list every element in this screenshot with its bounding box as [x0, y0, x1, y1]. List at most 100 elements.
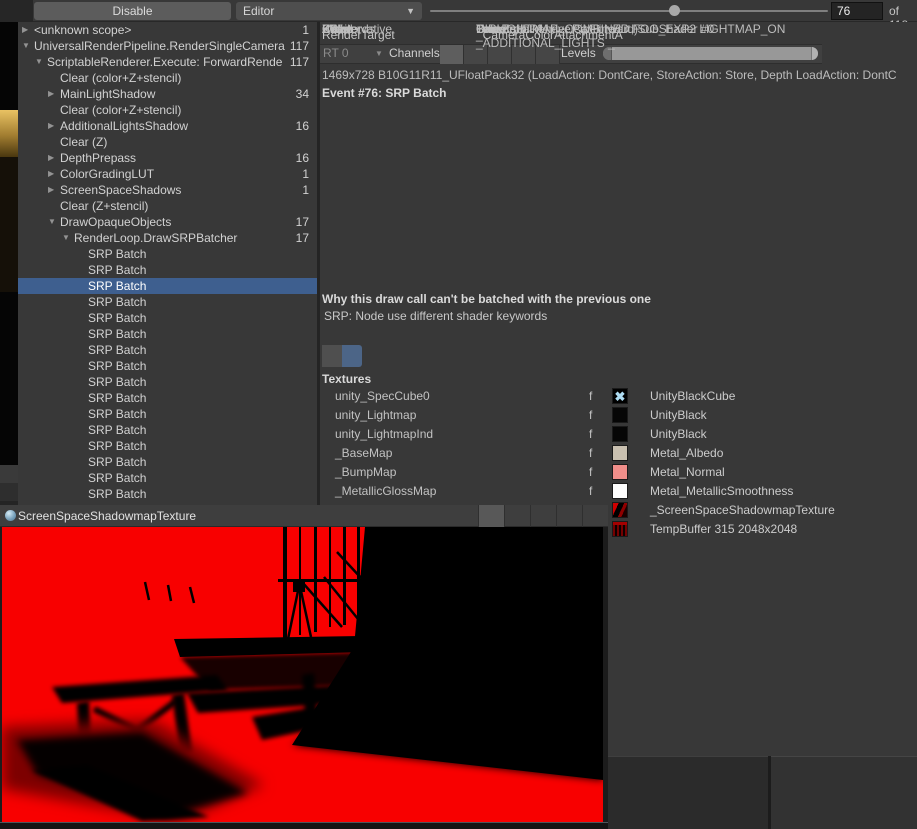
tree-row[interactable]: ▶ ColorGradingLUT 1	[18, 166, 317, 182]
texture-asset-name: _ScreenSpaceShadowmapTexture	[650, 502, 835, 519]
frame-number-field[interactable]: 76	[831, 2, 883, 20]
texture-flag: f	[589, 464, 592, 481]
rt-select-dropdown[interactable]: RT 0	[323, 46, 349, 60]
tree-row[interactable]: Clear (Z)	[18, 134, 317, 150]
tree-row[interactable]: SRP Batch	[18, 326, 317, 342]
tree-row-count: 16	[296, 118, 309, 134]
texture-thumbnail	[612, 426, 628, 442]
target-selector-label: Editor	[243, 4, 274, 18]
tree-row-label: MainLightShadow	[60, 86, 315, 102]
preview-channel-button[interactable]	[582, 505, 608, 527]
texture-row[interactable]: _BumpMap f Metal_Normal	[320, 464, 917, 483]
tree-row[interactable]: Clear (color+Z+stencil)	[18, 70, 317, 86]
preview-bottom-border	[0, 822, 608, 829]
tree-row-label: SRP Batch	[88, 438, 315, 454]
chevron-down-icon: ▼	[406, 2, 415, 20]
batching-reason: SRP: Node use different shader keywords	[324, 309, 547, 323]
texture-row[interactable]: _BaseMap f Metal_Albedo	[320, 445, 917, 464]
batching-title: Why this draw call can't be batched with…	[322, 292, 651, 306]
texture-row[interactable]: unity_LightmapInd f UnityBlack	[320, 426, 917, 445]
texture-property-name: _BaseMap	[335, 445, 392, 462]
preview-channel-button[interactable]	[478, 505, 504, 527]
tree-row-label: SRP Batch	[88, 262, 315, 278]
tree-row[interactable]: SRP Batch	[18, 262, 317, 278]
tree-row[interactable]: ▼ DrawOpaqueObjects 17	[18, 214, 317, 230]
tree-row-label: SRP Batch	[88, 390, 315, 406]
event-header: Event #76: SRP Batch	[322, 86, 447, 100]
tree-row[interactable]: ▼ UniversalRenderPipeline.RenderSingleCa…	[18, 38, 317, 54]
tree-row[interactable]: SRP Batch	[18, 454, 317, 470]
tree-row-count: 17	[296, 214, 309, 230]
textures-header: Textures	[322, 372, 371, 386]
tree-expand-arrow-icon[interactable]: ▶	[48, 166, 60, 182]
tree-row[interactable]: ▼ RenderLoop.DrawSRPBatcher 17	[18, 230, 317, 246]
texture-row[interactable]: _MetallicGlossMap f Metal_MetallicSmooth…	[320, 483, 917, 502]
tree-row[interactable]: SRP Batch	[18, 470, 317, 486]
tree-row-label: Clear (Z+stencil)	[60, 198, 315, 214]
detail-tab[interactable]	[322, 345, 342, 367]
tree-row[interactable]: SRP Batch	[18, 486, 317, 502]
tree-row[interactable]: SRP Batch	[18, 390, 317, 406]
tree-row[interactable]: SRP Batch	[18, 246, 317, 262]
preview-channel-button[interactable]	[556, 505, 582, 527]
state-value: False	[476, 22, 505, 36]
tree-row[interactable]: SRP Batch	[18, 438, 317, 454]
channel-button[interactable]	[440, 45, 464, 64]
texture-row[interactable]: unity_SpecCube0 f UnityBlackCube	[320, 388, 917, 407]
tree-row-label: SRP Batch	[88, 470, 315, 486]
tree-row[interactable]: ▶ <unknown scope> 1	[18, 22, 317, 38]
tree-row-count: 34	[296, 86, 309, 102]
tree-row[interactable]: Clear (color+Z+stencil)	[18, 102, 317, 118]
texture-property-name: _MetallicGlossMap	[335, 483, 436, 500]
tree-expand-arrow-icon[interactable]: ▼	[22, 38, 34, 54]
toolbar: Disable Editor ▼ 76 of 118	[0, 0, 917, 22]
event-tree: ▶ <unknown scope> 1 ▼ UniversalRenderPip…	[18, 22, 317, 505]
tree-row[interactable]: ▶ AdditionalLightsShadow 16	[18, 118, 317, 134]
tree-row[interactable]: SRP Batch	[18, 278, 317, 294]
tree-row[interactable]: SRP Batch	[18, 422, 317, 438]
tree-row[interactable]: SRP Batch	[18, 342, 317, 358]
texture-flag: f	[589, 483, 592, 500]
texture-preview-window: ScreenSpaceShadowmapTexture	[0, 505, 608, 829]
tree-expand-arrow-icon[interactable]: ▶	[48, 150, 60, 166]
detail-tab[interactable]	[342, 345, 362, 367]
frame-slider[interactable]	[430, 10, 828, 12]
tree-row-label: AdditionalLightsShadow	[60, 118, 315, 134]
preview-right-border	[603, 527, 608, 822]
preview-channel-button[interactable]	[530, 505, 556, 527]
texture-property-name: _BumpMap	[335, 464, 396, 481]
tree-row[interactable]: SRP Batch	[18, 294, 317, 310]
preview-titlebar[interactable]: ScreenSpaceShadowmapTexture	[0, 505, 608, 527]
tree-row[interactable]: SRP Batch	[18, 406, 317, 422]
tree-row-label: ScriptableRenderer.Execute: ForwardRende	[47, 54, 315, 70]
tree-row[interactable]: Clear (Z+stencil)	[18, 198, 317, 214]
tree-expand-arrow-icon[interactable]: ▶	[48, 86, 60, 102]
tree-row-label: UniversalRenderPipeline.RenderSingleCame…	[34, 38, 315, 54]
backdrop-window-edge	[0, 483, 18, 501]
tree-row[interactable]: SRP Batch	[18, 310, 317, 326]
tree-row[interactable]: ▼ ScriptableRenderer.Execute: ForwardRen…	[18, 54, 317, 70]
preview-title: ScreenSpaceShadowmapTexture	[18, 509, 196, 523]
preview-channel-button[interactable]	[504, 505, 530, 527]
tree-row-count: 117	[290, 54, 309, 70]
tree-row[interactable]: SRP Batch	[18, 358, 317, 374]
tree-row[interactable]: ▶ DepthPrepass 16	[18, 150, 317, 166]
disable-button[interactable]: Disable	[34, 2, 231, 20]
tree-row[interactable]: ▶ ScreenSpaceShadows 1	[18, 182, 317, 198]
preview-channel-buttons	[478, 505, 608, 527]
tree-expand-arrow-icon[interactable]: ▶	[48, 118, 60, 134]
tree-expand-arrow-icon[interactable]: ▼	[62, 230, 74, 246]
tree-row-label: SRP Batch	[88, 342, 315, 358]
tree-row[interactable]: SRP Batch	[18, 374, 317, 390]
tree-expand-arrow-icon[interactable]: ▼	[35, 54, 47, 70]
tree-expand-arrow-icon[interactable]: ▶	[48, 182, 60, 198]
tree-expand-arrow-icon[interactable]: ▶	[22, 22, 34, 38]
target-selector-dropdown[interactable]: Editor ▼	[236, 2, 422, 20]
state-value: DIRLIGHTMAP_COMBINED FOG_EXP2 LIGHTMAP_O…	[476, 22, 917, 50]
tree-expand-arrow-icon[interactable]: ▼	[48, 214, 60, 230]
tree-row[interactable]: ▶ MainLightShadow 34	[18, 86, 317, 102]
frame-slider-handle[interactable]	[669, 5, 680, 16]
tree-row-label: SRP Batch	[88, 246, 315, 262]
texture-row[interactable]: unity_Lightmap f UnityBlack	[320, 407, 917, 426]
scene-backdrop-strip	[0, 22, 18, 505]
